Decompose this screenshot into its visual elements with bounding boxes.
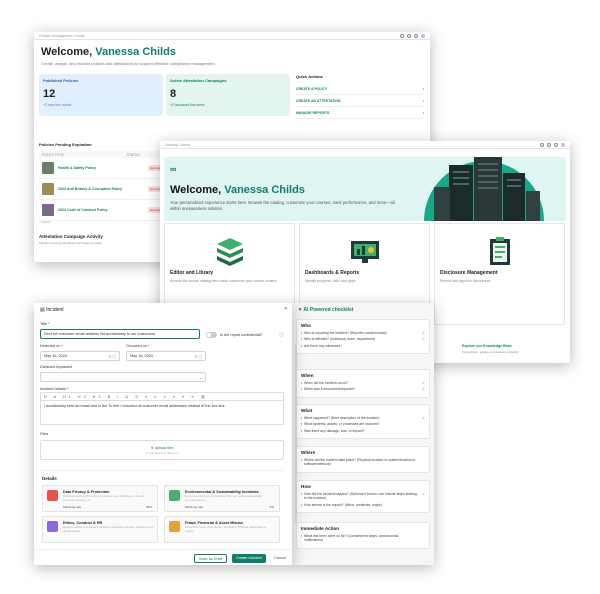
category-card-ethics[interactable]: Ethics, Conduct & HR Reports related to …	[42, 516, 158, 543]
avatar[interactable]	[561, 142, 565, 147]
knowledge-base-subtitle: Find articles, guides and answers instan…	[462, 350, 519, 354]
detected-date-input[interactable]: May 16, 2024 ✕ ▢	[40, 351, 120, 361]
files-label: Files	[40, 432, 49, 436]
checklist-title: ✦ AI Powered checklist	[298, 307, 354, 313]
bell-icon[interactable]	[407, 33, 411, 38]
coin-icon	[169, 521, 180, 532]
checklist-item: What happened? (Brief description of the…	[301, 416, 425, 421]
stack-icon	[217, 238, 243, 266]
campaign-title: Attestation Campaign Activity	[39, 234, 103, 239]
gear-icon[interactable]	[414, 33, 418, 38]
active-card[interactable]: Active Attestation Campaigns 8 +2 launch…	[166, 74, 290, 116]
close-icon[interactable]: ✕	[284, 306, 288, 312]
quick-action-create-policy[interactable]: CREATE A POLICY ›	[296, 83, 424, 95]
cancel-button[interactable]: Cancel	[270, 554, 290, 563]
detected-label: Detected on *	[40, 344, 64, 348]
title-bar: Policies Management / Home	[34, 32, 430, 40]
search-icon[interactable]	[400, 33, 404, 38]
checklist-item: When was it discovered/reported?	[301, 387, 425, 392]
checklist-section-how: How How did the incident happen? (Option…	[296, 480, 430, 514]
checklist-section-what: What What happened? (Brief description o…	[296, 404, 430, 440]
people-icon	[47, 521, 58, 532]
divisions-label: Divisions Impacted	[40, 365, 72, 369]
bell-icon[interactable]	[547, 142, 551, 147]
checklist-item: What systems, assets, or processes are i…	[301, 422, 425, 427]
details-label: Incident Details *	[40, 387, 69, 391]
city-illustration	[424, 157, 544, 221]
checklist-item: When did the incident occur?	[301, 381, 425, 386]
logo-icon: ∞	[170, 164, 177, 174]
checklist-section-where: Where Where did the incident take place?…	[296, 446, 430, 473]
checklist-item: Are there any witnesses?	[301, 344, 425, 349]
category-card-fraud[interactable]: Fraud, Financial & Asset Misuse Suspecte…	[164, 516, 280, 543]
occurred-label: Occurred on *	[126, 344, 150, 348]
card-disclosure-management[interactable]: Disclosure Management Review and approve…	[434, 223, 565, 325]
shield-icon	[47, 490, 58, 501]
checklist-item: What has been done so far? (Containment …	[301, 534, 425, 543]
incident-title: ▤ Incident	[40, 307, 64, 313]
checklist-item: Where did the incident take place? (Phys…	[301, 458, 425, 467]
checklist-item: How did the incident happen? (Optional i…	[301, 492, 425, 501]
campaign-subtitle: Monitor ongoing campaigns as it stays on…	[39, 241, 102, 245]
published-card[interactable]: Published Policies 12 +3 new this month	[39, 74, 163, 116]
checklist-panel: ✦ AI Powered checklist Who Who is report…	[292, 303, 434, 565]
details-editor[interactable]: I accidentally sent an email and in the …	[40, 401, 284, 425]
scrollbar[interactable]	[295, 345, 297, 525]
clipboard-icon	[490, 237, 510, 265]
hero-description: Your personalized experience starts here…	[170, 200, 395, 211]
confidential-label: Is the report confidential?	[220, 333, 263, 337]
page-title: Welcome, Vanessa Childs	[41, 46, 176, 58]
quick-action-manage-reports[interactable]: MANAGE REPORTS ›	[296, 107, 424, 119]
category-card-environmental[interactable]: Environmental & Sustainability Incidents…	[164, 485, 280, 512]
title-bar: Desktop / Home	[160, 141, 570, 149]
checklist-section-immediate-action: Immediate Action What has been done so f…	[296, 522, 430, 549]
chevron-down-icon: ⌄	[198, 376, 202, 380]
quick-action-create-attestation[interactable]: CREATE AN ATTESTATION ›	[296, 95, 424, 107]
quick-actions: Quick Actions CREATE A POLICY › CREATE AN…	[296, 74, 424, 119]
search-icon[interactable]	[540, 142, 544, 147]
category-card-data-privacy[interactable]: Data Privacy & Protection Incidents invo…	[42, 485, 158, 512]
checklist-item: Was there any damage, loss, or impact?	[301, 429, 425, 434]
editor-toolbar[interactable]: H A H1 H2 H3 B I U S ≡ ≡ ≡ ≡ ≡ ≡ ⛓	[40, 392, 284, 401]
file-upload[interactable]: ⬆ Upload files or drag and drop files her…	[40, 440, 284, 460]
hero-title: Welcome, Vanessa Childs	[170, 184, 305, 196]
checklist-item: Who is reporting the incident? (Reporter…	[301, 331, 425, 336]
checklist-section-who: Who Who is reporting the incident? (Repo…	[296, 319, 430, 355]
confidential-toggle[interactable]	[206, 332, 217, 338]
knowledge-base-link[interactable]: Explore our Knowledge Base	[462, 344, 512, 348]
breadcrumb: Policies Management / Home	[39, 33, 85, 38]
leaf-icon	[169, 490, 180, 501]
gear-icon[interactable]	[554, 142, 558, 147]
page-subtitle: Create, assign, and monitor policies and…	[41, 61, 216, 66]
hero-banner: ∞ Welcome, Vanessa Childs Your personali…	[164, 157, 566, 221]
table-footer: 3 items	[41, 220, 51, 224]
title-label: Title *	[40, 322, 50, 326]
create-incident-button[interactable]: Create Incident	[232, 554, 266, 563]
help-icon[interactable]: ⓘ	[279, 332, 284, 338]
divisions-select[interactable]: ⌄	[40, 372, 206, 382]
avatar[interactable]	[421, 33, 425, 38]
checklist-item: Who is affected? (Individual, team, depa…	[301, 337, 425, 342]
form-footer: Save as Draft Create Incident Cancel	[34, 549, 292, 565]
title-input[interactable]: Sent full customer email address list ac…	[40, 329, 200, 339]
occurred-date-input[interactable]: May 16, 2024 ✕ ▢	[126, 351, 206, 361]
save-draft-button[interactable]: Save as Draft	[194, 554, 228, 563]
breadcrumb: Desktop / Home	[165, 142, 191, 147]
checklist-section-when: When When did the incident occur? When w…	[296, 369, 430, 398]
checklist-item: How severe is the impact? (Minor, modera…	[301, 503, 425, 508]
details-section: Details Data Privacy & Protection Incide…	[40, 470, 284, 548]
incident-window: ▤ Incident ✕ Title * Sent full customer …	[34, 303, 292, 565]
monitor-chart-icon	[351, 241, 379, 263]
